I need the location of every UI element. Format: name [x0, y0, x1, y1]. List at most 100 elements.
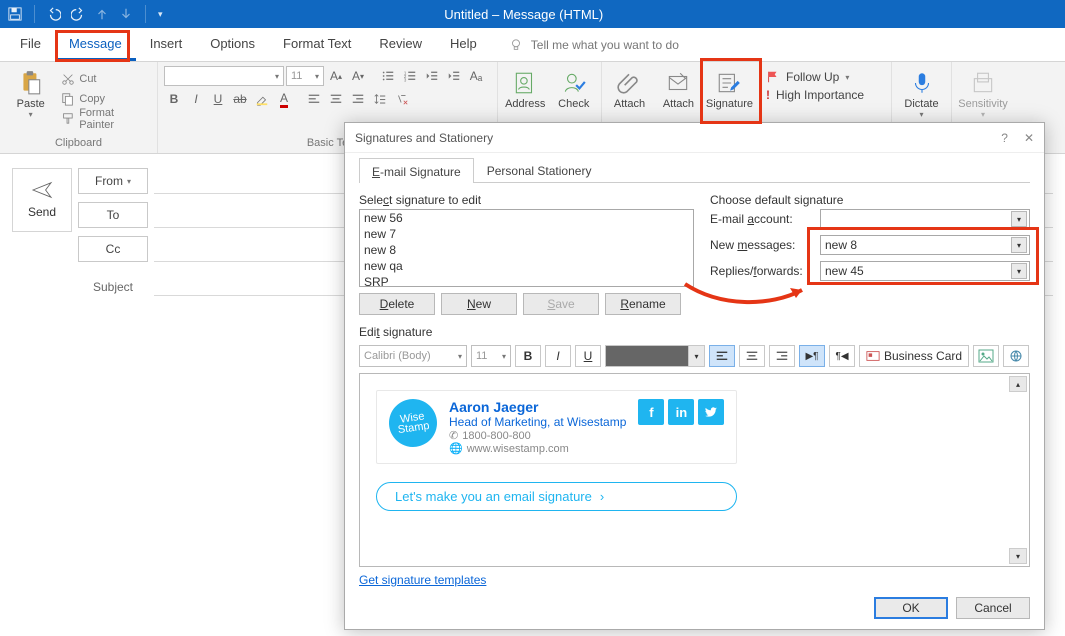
get-templates-link[interactable]: Get signature templates [359, 573, 1030, 587]
linkedin-icon[interactable]: in [668, 399, 694, 425]
email-account-dropdown[interactable]: ▾ [820, 209, 1030, 229]
attach-item-button[interactable]: Attach [657, 66, 700, 110]
copy-button[interactable]: Copy [61, 90, 151, 108]
address-book-button[interactable]: Address [504, 66, 547, 110]
ok-button[interactable]: OK [874, 597, 948, 619]
previous-icon[interactable] [95, 7, 109, 21]
dialog-tabs: E-mail Signature Personal Stationery [359, 157, 1030, 183]
signature-list[interactable]: new 56 new 7 new 8 new qa SRP yuval [359, 209, 694, 287]
scroll-up-icon[interactable]: ▴ [1009, 376, 1027, 392]
undo-icon[interactable] [47, 7, 61, 21]
bold-icon[interactable]: B [164, 90, 184, 108]
check-names-button[interactable]: Check [553, 66, 596, 110]
editor-align-left-icon[interactable] [709, 345, 735, 367]
tab-review[interactable]: Review [365, 28, 436, 61]
insert-link-icon[interactable] [1003, 345, 1029, 367]
editor-underline-icon[interactable]: U [575, 345, 601, 367]
paste-button[interactable]: Paste ▾ [6, 66, 55, 119]
italic-icon[interactable]: I [186, 90, 206, 108]
line-spacing-icon[interactable] [370, 90, 390, 108]
cancel-button[interactable]: Cancel [956, 597, 1030, 619]
send-button[interactable]: Send [12, 168, 72, 232]
clear-format-icon[interactable] [392, 90, 412, 108]
sensitivity-icon [970, 70, 996, 96]
highlight-icon[interactable] [252, 90, 272, 108]
facebook-icon[interactable]: f [638, 399, 664, 425]
to-button[interactable]: To [78, 202, 148, 228]
rename-button[interactable]: Rename [605, 293, 681, 315]
business-card-button[interactable]: Business Card [859, 345, 969, 367]
cta-button[interactable]: Let's make you an email signature› [376, 482, 737, 511]
editor-fontsize-combo[interactable]: 11▾ [471, 345, 511, 367]
new-button[interactable]: New [441, 293, 517, 315]
bullets-icon[interactable] [378, 67, 398, 85]
outdent-icon[interactable] [422, 67, 442, 85]
dictate-button[interactable]: Dictate ▾ [898, 66, 945, 119]
shrink-font-icon[interactable]: A▾ [348, 67, 368, 85]
cc-button[interactable]: Cc [78, 236, 148, 262]
list-item[interactable]: new 8 [360, 242, 693, 258]
tab-email-signature[interactable]: E-mail Signature [359, 158, 474, 183]
high-importance-button[interactable]: !High Importance [766, 88, 885, 102]
editor-scrollbar[interactable]: ▴ ▾ [1009, 376, 1027, 564]
editor-rtl-icon[interactable]: ¶◀ [829, 345, 855, 367]
group-clipboard: Paste ▾ Cut Copy Format Painter Clipboar… [0, 62, 158, 153]
editor-align-right-icon[interactable] [769, 345, 795, 367]
cut-button[interactable]: Cut [61, 70, 151, 88]
tab-file[interactable]: File [6, 28, 55, 61]
replies-dropdown[interactable]: new 45▾ [820, 261, 1030, 281]
email-account-label: E-mail account: [710, 212, 814, 226]
list-item[interactable]: new 56 [360, 210, 693, 226]
editor-ltr-icon[interactable]: ▶¶ [799, 345, 825, 367]
tab-options[interactable]: Options [196, 28, 269, 61]
editor-color-swatch[interactable]: ▾ [605, 345, 705, 367]
editor-font-combo[interactable]: Calibri (Body)▾ [359, 345, 467, 367]
font-color-icon[interactable]: A [274, 90, 294, 108]
edit-signature-label: Edit signature [359, 325, 1030, 339]
list-item[interactable]: SRP [360, 274, 693, 287]
align-center-icon[interactable] [326, 90, 346, 108]
strike-icon[interactable]: ab [230, 90, 250, 108]
underline-icon[interactable]: U [208, 90, 228, 108]
tab-format-text[interactable]: Format Text [269, 28, 365, 61]
tell-me[interactable]: Tell me what you want to do [509, 28, 679, 61]
align-right-icon[interactable] [348, 90, 368, 108]
help-icon[interactable]: ? [1001, 131, 1008, 145]
tab-personal-stationery[interactable]: Personal Stationery [474, 157, 605, 182]
new-messages-dropdown[interactable]: new 8▾ [820, 235, 1030, 255]
signature-editor[interactable]: WiseStamp Aaron Jaeger Head of Marketing… [359, 373, 1030, 567]
editor-italic-icon[interactable]: I [545, 345, 571, 367]
scroll-down-icon[interactable]: ▾ [1009, 548, 1027, 564]
qat-customize-icon[interactable]: ▾ [158, 9, 163, 20]
sensitivity-button[interactable]: Sensitivity ▾ [958, 66, 1008, 119]
change-case-icon[interactable]: Aₐ [466, 67, 486, 85]
tab-insert[interactable]: Insert [136, 28, 197, 61]
font-size-combo[interactable]: 11▾ [286, 66, 324, 86]
next-icon[interactable] [119, 7, 133, 21]
indent-icon[interactable] [444, 67, 464, 85]
editor-align-center-icon[interactable] [739, 345, 765, 367]
numbering-icon[interactable]: 123 [400, 67, 420, 85]
list-item[interactable]: new 7 [360, 226, 693, 242]
delete-button[interactable]: Delete [359, 293, 435, 315]
format-painter-button[interactable]: Format Painter [61, 110, 151, 128]
save-button[interactable]: Save [523, 293, 599, 315]
from-button[interactable]: From▾ [78, 168, 148, 194]
twitter-icon[interactable] [698, 399, 724, 425]
list-item[interactable]: new qa [360, 258, 693, 274]
save-icon[interactable] [8, 7, 22, 21]
tab-help[interactable]: Help [436, 28, 491, 61]
grow-font-icon[interactable]: A▴ [326, 67, 346, 85]
follow-up-button[interactable]: Follow Up▾ [766, 70, 885, 84]
attach-file-button[interactable]: Attach [608, 66, 651, 110]
close-icon[interactable]: ✕ [1024, 131, 1034, 145]
align-left-icon[interactable] [304, 90, 324, 108]
signature-button[interactable]: Signature [706, 66, 753, 110]
redo-icon[interactable] [71, 7, 85, 21]
editor-bold-icon[interactable]: B [515, 345, 541, 367]
tab-message[interactable]: Message [55, 28, 136, 61]
font-name-combo[interactable]: ▾ [164, 66, 284, 86]
new-messages-label: New messages: [710, 238, 814, 252]
replies-label: Replies/forwards: [710, 264, 814, 278]
insert-picture-icon[interactable] [973, 345, 999, 367]
